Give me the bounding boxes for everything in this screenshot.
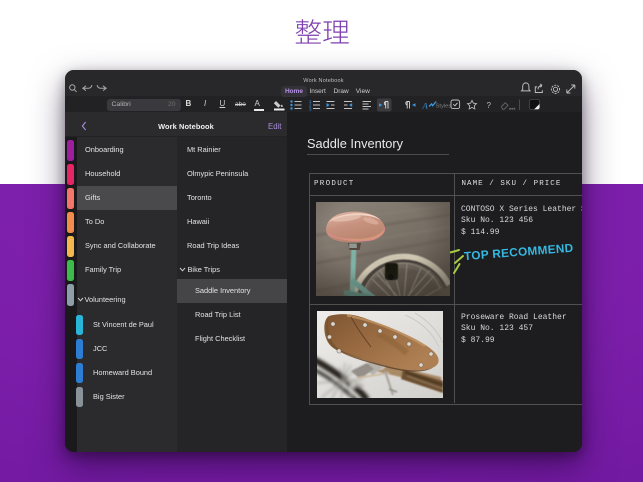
svg-text:3: 3 <box>309 106 312 111</box>
svg-text:A: A <box>422 101 429 111</box>
svg-text:TOP RECOMMEND: TOP RECOMMEND <box>464 240 575 263</box>
svg-text:?: ? <box>487 101 492 110</box>
svg-text:Styles: Styles <box>436 103 452 109</box>
